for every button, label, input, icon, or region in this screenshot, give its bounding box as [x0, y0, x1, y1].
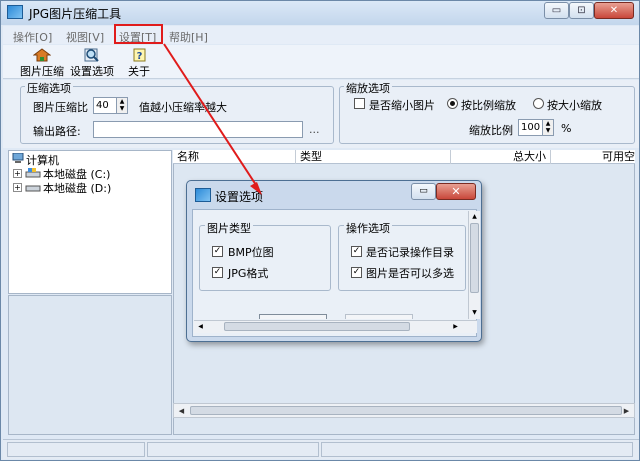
- scale-ratio-value: 100: [521, 122, 541, 133]
- by-size-radio[interactable]: [533, 98, 544, 109]
- menu-operate[interactable]: 操作[O]: [13, 29, 52, 45]
- compress-options-title: 压缩选项: [25, 80, 73, 96]
- scale-spin-arrows[interactable]: ▲ ▼: [542, 120, 553, 135]
- dialog-horizontal-scrollbar[interactable]: ◀ ▶: [194, 320, 477, 333]
- scale-options-title: 缩放选项: [344, 80, 392, 96]
- list-horizontal-scrollbar[interactable]: ◀ ▶: [173, 403, 635, 418]
- operation-options-title: 操作选项: [344, 220, 392, 236]
- dialog-button-edge-1: [259, 314, 327, 319]
- scroll-right-arrow-icon[interactable]: ▶: [620, 405, 633, 417]
- ratio-spin-arrows[interactable]: ▲ ▼: [116, 98, 127, 113]
- dialog-scroll-right-icon[interactable]: ▶: [450, 321, 461, 333]
- expand-d-icon[interactable]: +: [13, 183, 22, 192]
- drive-d-icon: [25, 185, 41, 192]
- shrink-label: 是否缩小图片: [369, 99, 435, 112]
- image-types-title: 图片类型: [205, 220, 253, 236]
- dialog-vscroll-thumb[interactable]: [470, 223, 479, 293]
- scale-ratio-label: 缩放比例: [469, 124, 513, 137]
- status-pane-3: [321, 442, 633, 457]
- column-name[interactable]: 名称: [173, 150, 296, 164]
- compress-icon: [33, 48, 51, 62]
- record-dir-label: 是否记录操作目录: [366, 246, 454, 259]
- status-bar: [3, 439, 639, 459]
- computer-icon: [12, 153, 24, 163]
- by-ratio-radio[interactable]: [447, 98, 458, 109]
- about-button[interactable]: ? 关于: [124, 48, 154, 79]
- multiselect-label: 图片是否可以多选: [366, 267, 454, 280]
- dialog-app-icon: [195, 188, 211, 202]
- output-path-label: 输出路径:: [33, 125, 81, 138]
- scale-ratio-spinner[interactable]: 100 ▲ ▼: [518, 119, 554, 136]
- about-label: 关于: [128, 65, 150, 78]
- multiselect-checkbox[interactable]: ✓: [351, 267, 362, 278]
- by-ratio-label: 按比例缩放: [461, 99, 516, 112]
- dialog-vertical-scrollbar[interactable]: ▲ ▼: [468, 211, 480, 319]
- drive-c-icon: [25, 168, 41, 178]
- dialog-scroll-up-icon[interactable]: ▲: [469, 211, 480, 222]
- svg-text:?: ?: [137, 51, 143, 62]
- toolbar: 图片压缩 设置选项 ? 关于: [3, 45, 639, 79]
- expand-c-icon[interactable]: +: [13, 169, 22, 178]
- menu-highlight-box: [114, 24, 163, 44]
- settings-label: 设置选项: [70, 65, 114, 78]
- dialog-minimize-button[interactable]: ▭: [411, 183, 436, 200]
- dialog-scroll-down-icon[interactable]: ▼: [469, 307, 480, 318]
- tree-lower-pane: [8, 295, 172, 435]
- dialog-scroll-left-icon[interactable]: ◀: [195, 321, 206, 333]
- minimize-button[interactable]: ▭: [544, 2, 569, 19]
- column-free-space[interactable]: 可用空: [551, 150, 635, 164]
- maximize-button[interactable]: ⊡: [569, 2, 594, 19]
- jpg-checkbox[interactable]: ✓: [212, 267, 223, 278]
- bmp-checkbox[interactable]: ✓: [212, 246, 223, 257]
- list-header: 名称 类型 总大小 可用空: [173, 150, 635, 164]
- dialog-hscroll-thumb[interactable]: [224, 322, 410, 331]
- app-icon: [7, 5, 23, 19]
- settings-magnifier-icon: [84, 48, 99, 62]
- menu-view[interactable]: 视图[V]: [66, 29, 104, 45]
- bmp-label: BMP位图: [228, 246, 274, 259]
- close-button[interactable]: ✕: [594, 2, 634, 19]
- menu-help[interactable]: 帮助[H]: [169, 29, 208, 45]
- compress-label: 图片压缩: [20, 65, 64, 78]
- window-title: JPG图片压缩工具: [29, 7, 122, 21]
- list-scroll-thumb[interactable]: [190, 406, 622, 415]
- status-pane-2: [147, 442, 319, 457]
- dialog-button-edge-2: [345, 314, 413, 319]
- dialog-title: 设置选项: [215, 190, 264, 204]
- compress-button[interactable]: 图片压缩: [19, 48, 65, 79]
- options-panel: 压缩选项 图片压缩比 40 ▲ ▼ 值越小压缩率越大 输出路径: ... 缩放选项…: [3, 80, 639, 148]
- folder-tree[interactable]: 计算机 + 本地磁盘 (C:) + 本地磁盘 (D:): [8, 150, 172, 294]
- record-dir-checkbox[interactable]: ✓: [351, 246, 362, 257]
- ratio-label: 图片压缩比: [33, 101, 88, 114]
- status-pane-1: [7, 442, 145, 457]
- scroll-left-arrow-icon[interactable]: ◀: [175, 405, 188, 417]
- by-size-label: 按大小缩放: [547, 99, 602, 112]
- output-path-input[interactable]: [93, 121, 303, 138]
- tree-node-drive-d[interactable]: 本地磁盘 (D:): [43, 180, 111, 196]
- scale-unit: %: [561, 122, 572, 135]
- help-icon: ?: [133, 48, 146, 62]
- dialog-close-button[interactable]: ✕: [436, 183, 476, 200]
- settings-button[interactable]: 设置选项: [69, 48, 115, 79]
- ratio-value: 40: [96, 100, 109, 111]
- column-type[interactable]: 类型: [296, 150, 451, 164]
- settings-dialog: 设置选项 ▭ ✕ 图片类型 ✓ BMP位图 ✓ JPG格式 操作选项 ✓ 是否记…: [186, 180, 482, 342]
- jpg-label: JPG格式: [228, 267, 269, 280]
- shrink-checkbox[interactable]: [354, 98, 365, 109]
- ratio-spinner[interactable]: 40 ▲ ▼: [93, 97, 128, 114]
- dialog-body: 图片类型 ✓ BMP位图 ✓ JPG格式 操作选项 ✓ 是否记录操作目录 ✓ 图…: [192, 209, 480, 337]
- browse-button[interactable]: ...: [309, 123, 320, 136]
- column-total-size[interactable]: 总大小: [451, 150, 551, 164]
- title-bar[interactable]: JPG图片压缩工具 ▭ ⊡ ✕: [1, 1, 639, 25]
- ratio-hint: 值越小压缩率越大: [139, 101, 227, 114]
- menu-bar: 操作[O] 视图[V] 设置[T] 帮助[H]: [3, 26, 639, 44]
